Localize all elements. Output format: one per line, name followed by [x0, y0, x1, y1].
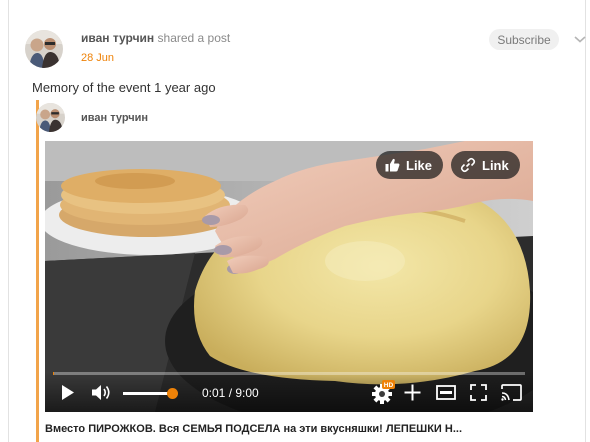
volume-knob[interactable]: [166, 388, 178, 399]
link-label: Link: [482, 157, 509, 173]
reshare-quote-bar: [36, 100, 39, 442]
progress-fill: [53, 372, 54, 375]
video-player[interactable]: Like Link 0:01 / 9:00 HD: [45, 141, 533, 412]
author-avatar[interactable]: [25, 30, 63, 68]
plus-icon[interactable]: [404, 384, 421, 401]
like-label: Like: [406, 157, 433, 173]
volume-fill: [123, 392, 172, 395]
volume-slider[interactable]: [123, 388, 178, 399]
post-date[interactable]: 28 Jun: [81, 52, 114, 64]
chevron-down-icon[interactable]: [571, 30, 589, 48]
post-header: иван турчин shared a post: [81, 31, 230, 45]
like-button[interactable]: Like: [376, 151, 444, 179]
progress-bar[interactable]: [53, 372, 525, 375]
video-controls: 0:01 / 9:00 HD: [45, 372, 533, 412]
link-icon: [460, 157, 476, 173]
play-icon[interactable]: [60, 384, 76, 401]
author-name[interactable]: иван турчин: [81, 31, 154, 45]
fullscreen-icon[interactable]: [470, 384, 487, 401]
reshared-author-avatar[interactable]: [36, 103, 65, 132]
memory-text: Memory of the event 1 year ago: [32, 80, 216, 95]
cast-icon[interactable]: [501, 384, 522, 401]
volume-icon[interactable]: [91, 384, 113, 401]
action-text: shared a post: [157, 31, 231, 45]
subscribe-button[interactable]: Subscribe: [489, 29, 559, 50]
hd-badge: HD: [384, 382, 394, 389]
post-card: иван турчин shared a post 28 Jun Subscri…: [8, 0, 586, 442]
link-button[interactable]: Link: [451, 151, 520, 179]
video-title[interactable]: Вместо ПИРОЖКОВ. Вся СЕМЬЯ ПОДСЕЛА на эт…: [45, 423, 535, 435]
miniplayer-icon[interactable]: [436, 385, 456, 400]
reshared-author-name[interactable]: иван турчин: [81, 112, 148, 124]
settings-icon[interactable]: HD: [371, 380, 395, 404]
thumbs-up-icon: [385, 158, 400, 172]
time-display: 0:01 / 9:00: [202, 386, 259, 400]
